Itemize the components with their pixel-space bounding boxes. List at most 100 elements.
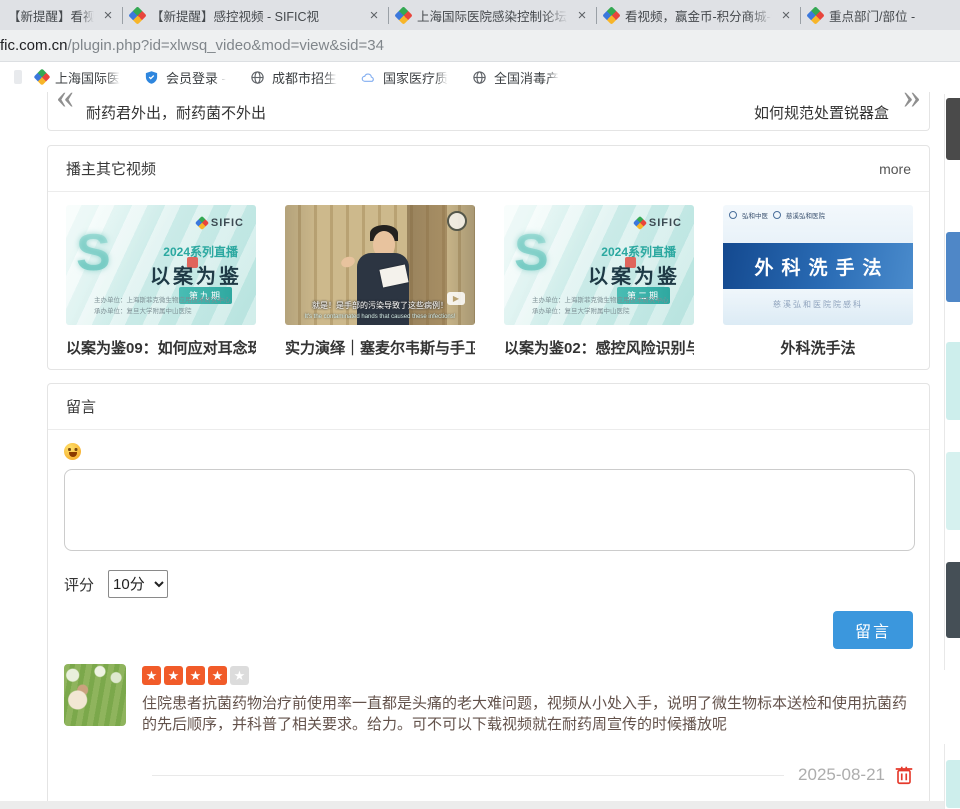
video-thumbnail[interactable]: ▶ 就是！是手部的污染导致了这些病例！ It's the contaminate… [285, 205, 475, 325]
comment-date: 2025-08-21 [798, 765, 885, 785]
tab-title: 【新提醒】看视频，赢金币-积 [8, 6, 94, 25]
video-card-2[interactable]: ▶ 就是！是手部的污染导致了这些病例！ It's the contaminate… [285, 205, 475, 358]
comment-item: ★★★★★ 住院患者抗菌药物治疗前使用率一直都是头痛的老大难问题，视频从小处入手… [64, 664, 913, 735]
video-title[interactable]: 以案为鉴02：感控风险识别与... [504, 337, 694, 358]
sific-favicon-icon [34, 69, 51, 86]
star-filled-icon: ★ [142, 666, 161, 685]
bookmark-label: 会员登录 - [166, 68, 226, 87]
sific-favicon-icon [128, 6, 146, 24]
tab-title: 【新提醒】感控视频 - SIFIC视 [151, 6, 360, 25]
browser-tab-1[interactable]: 【新提醒】看视频，赢金币-积 × [0, 0, 122, 30]
bookmark-item-1[interactable]: 上海国际医 [36, 68, 120, 87]
rating-row: 评分 10分 [64, 570, 913, 598]
tab-close-icon[interactable]: × [100, 8, 116, 23]
comment-content: ★★★★★ 住院患者抗菌药物治疗前使用率一直都是头痛的老大难问题，视频从小处入手… [142, 664, 913, 735]
star-filled-icon: ★ [164, 666, 183, 685]
organizer-line-1: 主办单位：上海斯菲克微生物应用技术研究中心 [94, 297, 231, 304]
delete-comment-icon[interactable] [895, 765, 913, 785]
sific-logo: SIFIC [197, 217, 244, 229]
bookmark-label: 全国消毒产 [494, 68, 559, 87]
browser-url-bar[interactable]: fic.com.cn/plugin.php?id=xlwsq_video&mod… [0, 30, 960, 62]
tab-title: 重点部门/部位 - [829, 6, 945, 25]
sific-logo-text: SIFIC [649, 217, 682, 229]
comment-input[interactable] [64, 469, 915, 551]
url-text[interactable]: fic.com.cn/plugin.php?id=xlwsq_video&mod… [0, 37, 384, 54]
video-card-1[interactable]: S SIFIC 2024系列直播 以案为鉴 第九期 主办单位：上海斯菲克微生物应… [66, 205, 256, 358]
hospital-logo-text-2: 慈溪弘和医院 [786, 210, 825, 220]
rating-select[interactable]: 10分 [108, 570, 168, 598]
star-empty-icon: ★ [230, 666, 249, 685]
sific-diamond-icon [195, 216, 209, 230]
video-card-3[interactable]: S SIFIC 2024系列直播 以案为鉴 第二期 主办单位：上海斯菲克微生物应… [504, 205, 694, 358]
submit-comment-button[interactable]: 留言 [833, 611, 913, 649]
sidebar-thumbnail-fragment[interactable] [946, 562, 960, 638]
tab-close-icon[interactable]: × [778, 8, 794, 23]
sific-favicon-icon [602, 6, 620, 24]
series-main-title: 以案为鉴 [150, 260, 242, 289]
photo-person-hand [340, 255, 357, 269]
url-domain: fic.com.cn [0, 37, 68, 54]
hospital-logo-icon [729, 211, 737, 219]
bookmark-item-4[interactable]: 国家医疗质 [361, 68, 448, 87]
commenter-avatar[interactable] [64, 664, 126, 726]
title-band: 外科洗手法 [723, 243, 913, 289]
video-thumbnail[interactable]: S SIFIC 2024系列直播 以案为鉴 第二期 主办单位：上海斯菲克微生物应… [504, 205, 694, 325]
organizer-line-2: 承办单位：复旦大学附属中山医院 [94, 308, 192, 315]
other-videos-header: 播主其它视频 more [48, 146, 929, 192]
browser-tab-2[interactable]: 【新提醒】感控视频 - SIFIC视 × [123, 0, 388, 30]
next-video-link[interactable]: 如何规范处置锐器盒 [754, 102, 889, 123]
comment-text: 住院患者抗菌药物治疗前使用率一直都是头痛的老大难问题，视频从小处入手，说明了微生… [142, 693, 913, 735]
sidebar-thumbnail-fragment[interactable] [946, 342, 960, 420]
url-path: /plugin.php?id=xlwsq_video&mod=view&sid=… [68, 37, 384, 54]
tab-title: 上海国际医院感染控制论坛 - [417, 6, 568, 25]
video-subtitle-cn: 就是！是手部的污染导致了这些病例！ [285, 300, 475, 311]
comment-editor: 评分 10分 留言 ★★★★★ 住院患者抗菌药物治疗前使用率一直都是头痛的老大难… [48, 430, 929, 785]
sidebar-thumbnail-fragment[interactable] [946, 760, 960, 808]
globe-icon [250, 70, 265, 85]
rating-label: 评分 [64, 574, 94, 595]
organizer-line-1: 主办单位：上海斯菲克微生物应用技术研究中心 [532, 297, 669, 304]
browser-tab-3[interactable]: 上海国际医院感染控制论坛 - × [389, 0, 596, 30]
smiley-emoji-icon[interactable] [64, 443, 81, 460]
page-content: « 耐药君外出，耐药菌不外出 如何规范处置锐器盒 » 播主其它视频 more S… [0, 92, 960, 809]
globe-icon [472, 70, 487, 85]
other-videos-card: 播主其它视频 more S SIFIC 2024系列直播 以案为鉴 第九期 主办… [47, 145, 930, 370]
browser-tab-bar: 【新提醒】看视频，赢金币-积×【新提醒】感控视频 - SIFIC视×上海国际医院… [0, 0, 960, 30]
sific-favicon-icon [806, 6, 824, 24]
video-title[interactable]: 实力演绎｜塞麦尔韦斯与手卫... [285, 337, 475, 358]
page-bottom-strip [0, 801, 944, 809]
bookmark-label: 成都市招生 [272, 68, 337, 87]
tab-close-icon[interactable]: × [574, 8, 590, 23]
video-thumbnail[interactable]: S SIFIC 2024系列直播 以案为鉴 第九期 主办单位：上海斯菲克微生物应… [66, 205, 256, 325]
comments-card: 留言 评分 10分 留言 ★★★★★ 住院患者抗菌药物治疗前使用率一直都是头痛的… [47, 383, 930, 809]
close-quote-icon: » [903, 78, 921, 114]
sidebar-thumbnail-fragment[interactable] [946, 98, 960, 160]
organizer-line-2: 承办单位：复旦大学附属中山医院 [532, 308, 630, 315]
prev-video-link[interactable]: 耐药君外出，耐药菌不外出 [86, 102, 266, 123]
sific-diamond-icon [633, 216, 647, 230]
bookmark-item-5[interactable]: 全国消毒产 [472, 68, 559, 87]
sidebar-card-edge [944, 744, 945, 809]
browser-tab-4[interactable]: 看视频，赢金币-积分商城-讨× [597, 0, 800, 30]
video-title[interactable]: 外科洗手法 [723, 337, 913, 358]
sidebar-thumbnail-fragment[interactable] [946, 232, 960, 302]
open-quote-icon: « [56, 78, 74, 114]
more-link[interactable]: more [879, 161, 911, 177]
sific-logo-text: SIFIC [211, 217, 244, 229]
hospital-logo-icon [773, 211, 781, 219]
bookmark-item-3[interactable]: 成都市招生 [250, 68, 337, 87]
cloud-icon [361, 70, 376, 85]
browser-tab-5[interactable]: 重点部门/部位 - [801, 0, 951, 30]
video-card-4[interactable]: 弘和中医慈溪弘和医院 外科洗手法 慈溪弘和医院院感科 外科洗手法 [723, 205, 913, 358]
video-thumbnail[interactable]: 弘和中医慈溪弘和医院 外科洗手法 慈溪弘和医院院感科 [723, 205, 913, 325]
bookmark-item-2[interactable]: 会员登录 - [144, 68, 226, 87]
submit-row: 留言 [64, 611, 913, 649]
hospital-logos: 弘和中医慈溪弘和医院 [729, 210, 825, 220]
comments-title: 留言 [66, 396, 96, 417]
video-title[interactable]: 以案为鉴09：如何应对耳念珠... [66, 337, 256, 358]
sific-s-watermark: S [76, 227, 111, 279]
department-label: 慈溪弘和医院院感科 [723, 299, 913, 310]
tab-close-icon[interactable]: × [366, 8, 382, 23]
sidebar-thumbnail-fragment[interactable] [946, 452, 960, 530]
round-seal-icon [447, 211, 467, 231]
